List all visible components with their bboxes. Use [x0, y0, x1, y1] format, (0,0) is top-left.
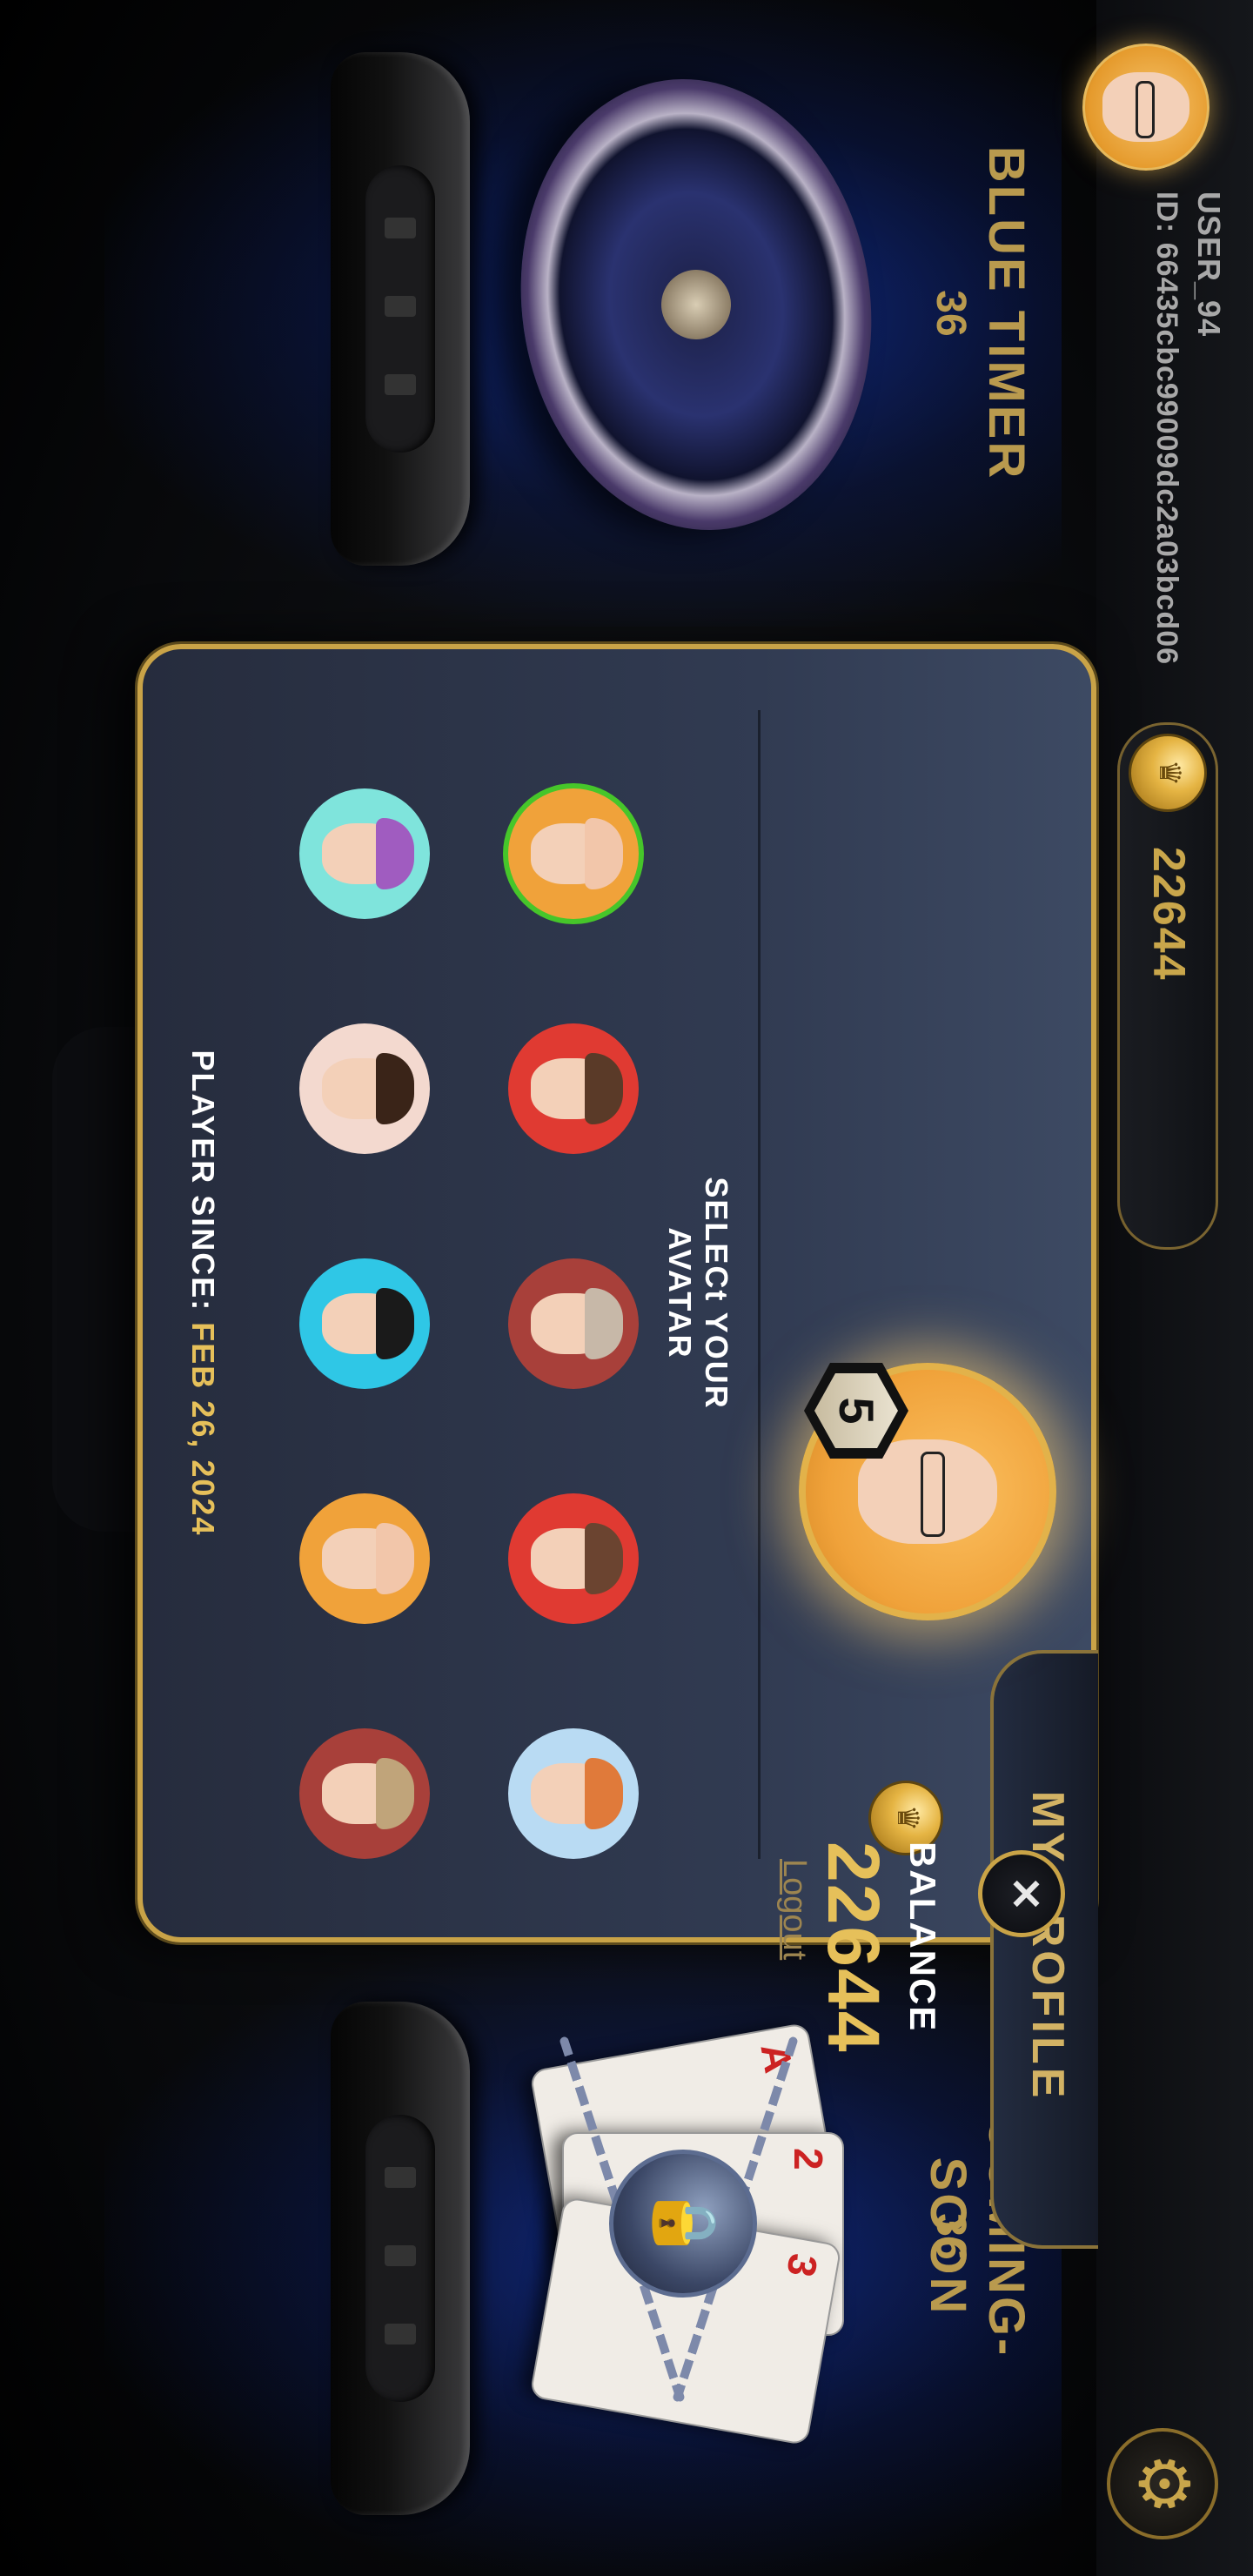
avatar-option[interactable]	[508, 1728, 639, 1859]
user-avatar[interactable]	[1082, 44, 1209, 171]
balance-pill[interactable]: 22644	[1117, 722, 1218, 1250]
avatar-option[interactable]	[299, 1493, 430, 1624]
username: USER_94	[1191, 191, 1227, 338]
game-lobby-screen: USER_94 ID: 66435cbc99009dc2a03bcd06 226…	[0, 0, 1253, 2576]
profile-modal: MY PROFILE ✕ 5 BALANCE 22644 Logout SELE…	[137, 644, 1098, 2249]
logout-link[interactable]: Logout	[775, 1859, 813, 1960]
coin-icon	[1129, 734, 1207, 812]
player-since-label: PLAYER SINCE:	[185, 1050, 221, 1312]
avatar-option[interactable]	[508, 1023, 639, 1154]
avatar-option[interactable]	[299, 788, 430, 919]
lock-icon: 🔒	[609, 2150, 757, 2298]
balance-pill-value: 22644	[1143, 847, 1194, 982]
avatar-option[interactable]	[299, 1258, 430, 1389]
select-avatar-label: SELECt YOUR AVATAR	[662, 1177, 734, 1410]
balance-value: 22644	[813, 1841, 895, 2054]
avatar-option[interactable]	[508, 788, 639, 919]
top-bar: USER_94 ID: 66435cbc99009dc2a03bcd06 226…	[1082, 0, 1253, 2576]
player-since-date: FEB 26, 2024	[185, 1322, 221, 1537]
gear-icon[interactable]: ⚙	[1107, 2428, 1218, 2539]
divider	[758, 710, 761, 1859]
game-title: BLUE TIMER	[978, 145, 1035, 481]
player-since: PLAYER SINCE: FEB 26, 2024	[184, 980, 221, 1607]
game-count: 36	[928, 2213, 974, 2260]
avatar-option[interactable]	[508, 1258, 639, 1389]
level-value: 5	[814, 1373, 898, 1448]
game-count: 36	[928, 290, 974, 337]
game-pedestal	[331, 2002, 470, 2515]
modal-title: MY PROFILE	[1022, 1790, 1073, 2102]
avatar-option[interactable]	[299, 1728, 430, 1859]
avatar-option[interactable]	[299, 1023, 430, 1154]
user-id: ID: 66435cbc99009dc2a03bcd06	[1150, 191, 1183, 666]
avatar-option[interactable]	[508, 1493, 639, 1624]
game-pedestal	[331, 52, 470, 566]
balance-label: BALANCE	[902, 1841, 943, 2033]
close-button[interactable]: ✕	[978, 1850, 1065, 1937]
